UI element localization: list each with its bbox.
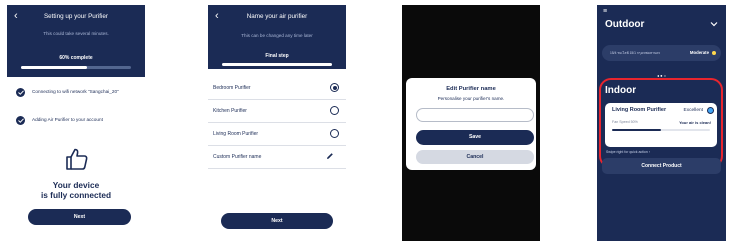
pencil-icon[interactable] xyxy=(326,152,334,160)
save-button[interactable]: Save xyxy=(416,130,534,145)
progress-fill xyxy=(21,66,87,69)
setup-header: ‹ Setting up your Purifier This could ta… xyxy=(7,5,145,77)
status-line-2: is fully connected xyxy=(40,189,112,200)
chevron-right-icon: › xyxy=(648,150,650,154)
fan-speed: Fan Speed 50% xyxy=(612,120,638,124)
radio-selected[interactable] xyxy=(330,83,339,92)
step-text: Adding Air Purifier to your account xyxy=(32,117,103,122)
connect-product-button[interactable]: Connect Product xyxy=(602,158,721,174)
progress-label: 60% complete xyxy=(59,55,93,61)
option-label: Kitchen Purifier xyxy=(213,108,247,114)
outdoor-aqi-pill[interactable]: 15/4 ชม.ไลฟ์ 15/1 กรุงเทพมหานคร Moderate xyxy=(602,45,721,61)
thumbs-up-icon xyxy=(66,148,88,170)
modal-title: Edit Purifier name xyxy=(446,86,496,92)
connection-status: Your device is fully connected xyxy=(7,180,145,200)
setup-title: Setting up your Purifier xyxy=(43,13,109,20)
option-label: Custom Purifier name xyxy=(213,154,262,160)
power-toggle[interactable] xyxy=(707,107,714,114)
next-button[interactable]: Next xyxy=(28,209,131,225)
option-custom[interactable]: Custom Purifier name xyxy=(208,146,346,169)
aqi-status: Moderate xyxy=(689,50,709,55)
outdoor-title: Outdoor xyxy=(605,19,645,30)
edit-name-dialog-screen: Edit Purifier name Personalise your puri… xyxy=(402,5,540,241)
swipe-hint: Swipe right for quick action › xyxy=(606,150,650,154)
option-kitchen[interactable]: Kitchen Purifier xyxy=(208,100,346,123)
radio-unselected[interactable] xyxy=(330,129,339,138)
checkmark-icon xyxy=(16,88,25,97)
dashboard-screen: ≡ Outdoor 15/4 ชม.ไลฟ์ 15/1 กรุงเทพมหานค… xyxy=(597,5,726,241)
name-title: Name your air purifier xyxy=(246,13,308,20)
name-header: ‹ Name your air purifier This can be cha… xyxy=(208,5,346,69)
radio-unselected[interactable] xyxy=(330,106,339,115)
option-bedroom[interactable]: Bedroom Purifier xyxy=(208,77,346,100)
step-bar xyxy=(222,63,332,66)
setup-progress-screen: ‹ Setting up your Purifier This could ta… xyxy=(7,5,145,241)
setup-step-wifi: Connecting to wifi network "Sangchai_20" xyxy=(16,87,140,99)
hamburger-menu-icon[interactable]: ≡ xyxy=(603,8,607,15)
fan-speed-fill xyxy=(612,129,661,131)
aqi-location-text: 15/4 ชม.ไลฟ์ 15/1 กรุงเทพมหานคร xyxy=(610,51,661,55)
option-living-room[interactable]: Living Room Purifier xyxy=(208,123,346,146)
aqi-status-dot xyxy=(712,51,716,55)
device-card[interactable]: Living Room Purifier Excellent Fan Speed… xyxy=(605,103,717,147)
swipe-hint-text: Swipe right for quick action xyxy=(606,150,648,154)
edit-name-modal: Edit Purifier name Personalise your puri… xyxy=(406,78,536,170)
checkmark-icon xyxy=(16,116,25,125)
purifier-name-input[interactable] xyxy=(416,108,534,122)
step-label: Final step xyxy=(265,53,289,59)
option-label: Bedroom Purifier xyxy=(213,85,251,91)
air-clean-message: Your air is clean! xyxy=(679,120,711,125)
fan-speed-bar xyxy=(612,129,710,131)
option-label: Living Room Purifier xyxy=(213,131,259,137)
next-button[interactable]: Next xyxy=(221,213,333,229)
setup-subtitle: This could take several minutes. xyxy=(43,31,109,36)
name-purifier-screen: ‹ Name your air purifier This can be cha… xyxy=(208,5,346,241)
air-quality-label: Excellent xyxy=(683,108,703,113)
setup-step-account: Adding Air Purifier to your account xyxy=(16,115,140,127)
radio-dot xyxy=(332,85,337,90)
step-text: Connecting to wifi network "Sangchai_20" xyxy=(32,89,119,94)
name-subtitle: This can be changed any time later xyxy=(241,33,313,38)
progress-bar xyxy=(21,66,131,69)
modal-subtitle: Personalise your purifier's name. xyxy=(437,96,505,101)
chevron-down-icon[interactable] xyxy=(710,21,718,27)
cancel-button[interactable]: Cancel xyxy=(416,150,534,164)
indoor-title: Indoor xyxy=(605,85,637,96)
device-name: Living Room Purifier xyxy=(612,107,667,113)
